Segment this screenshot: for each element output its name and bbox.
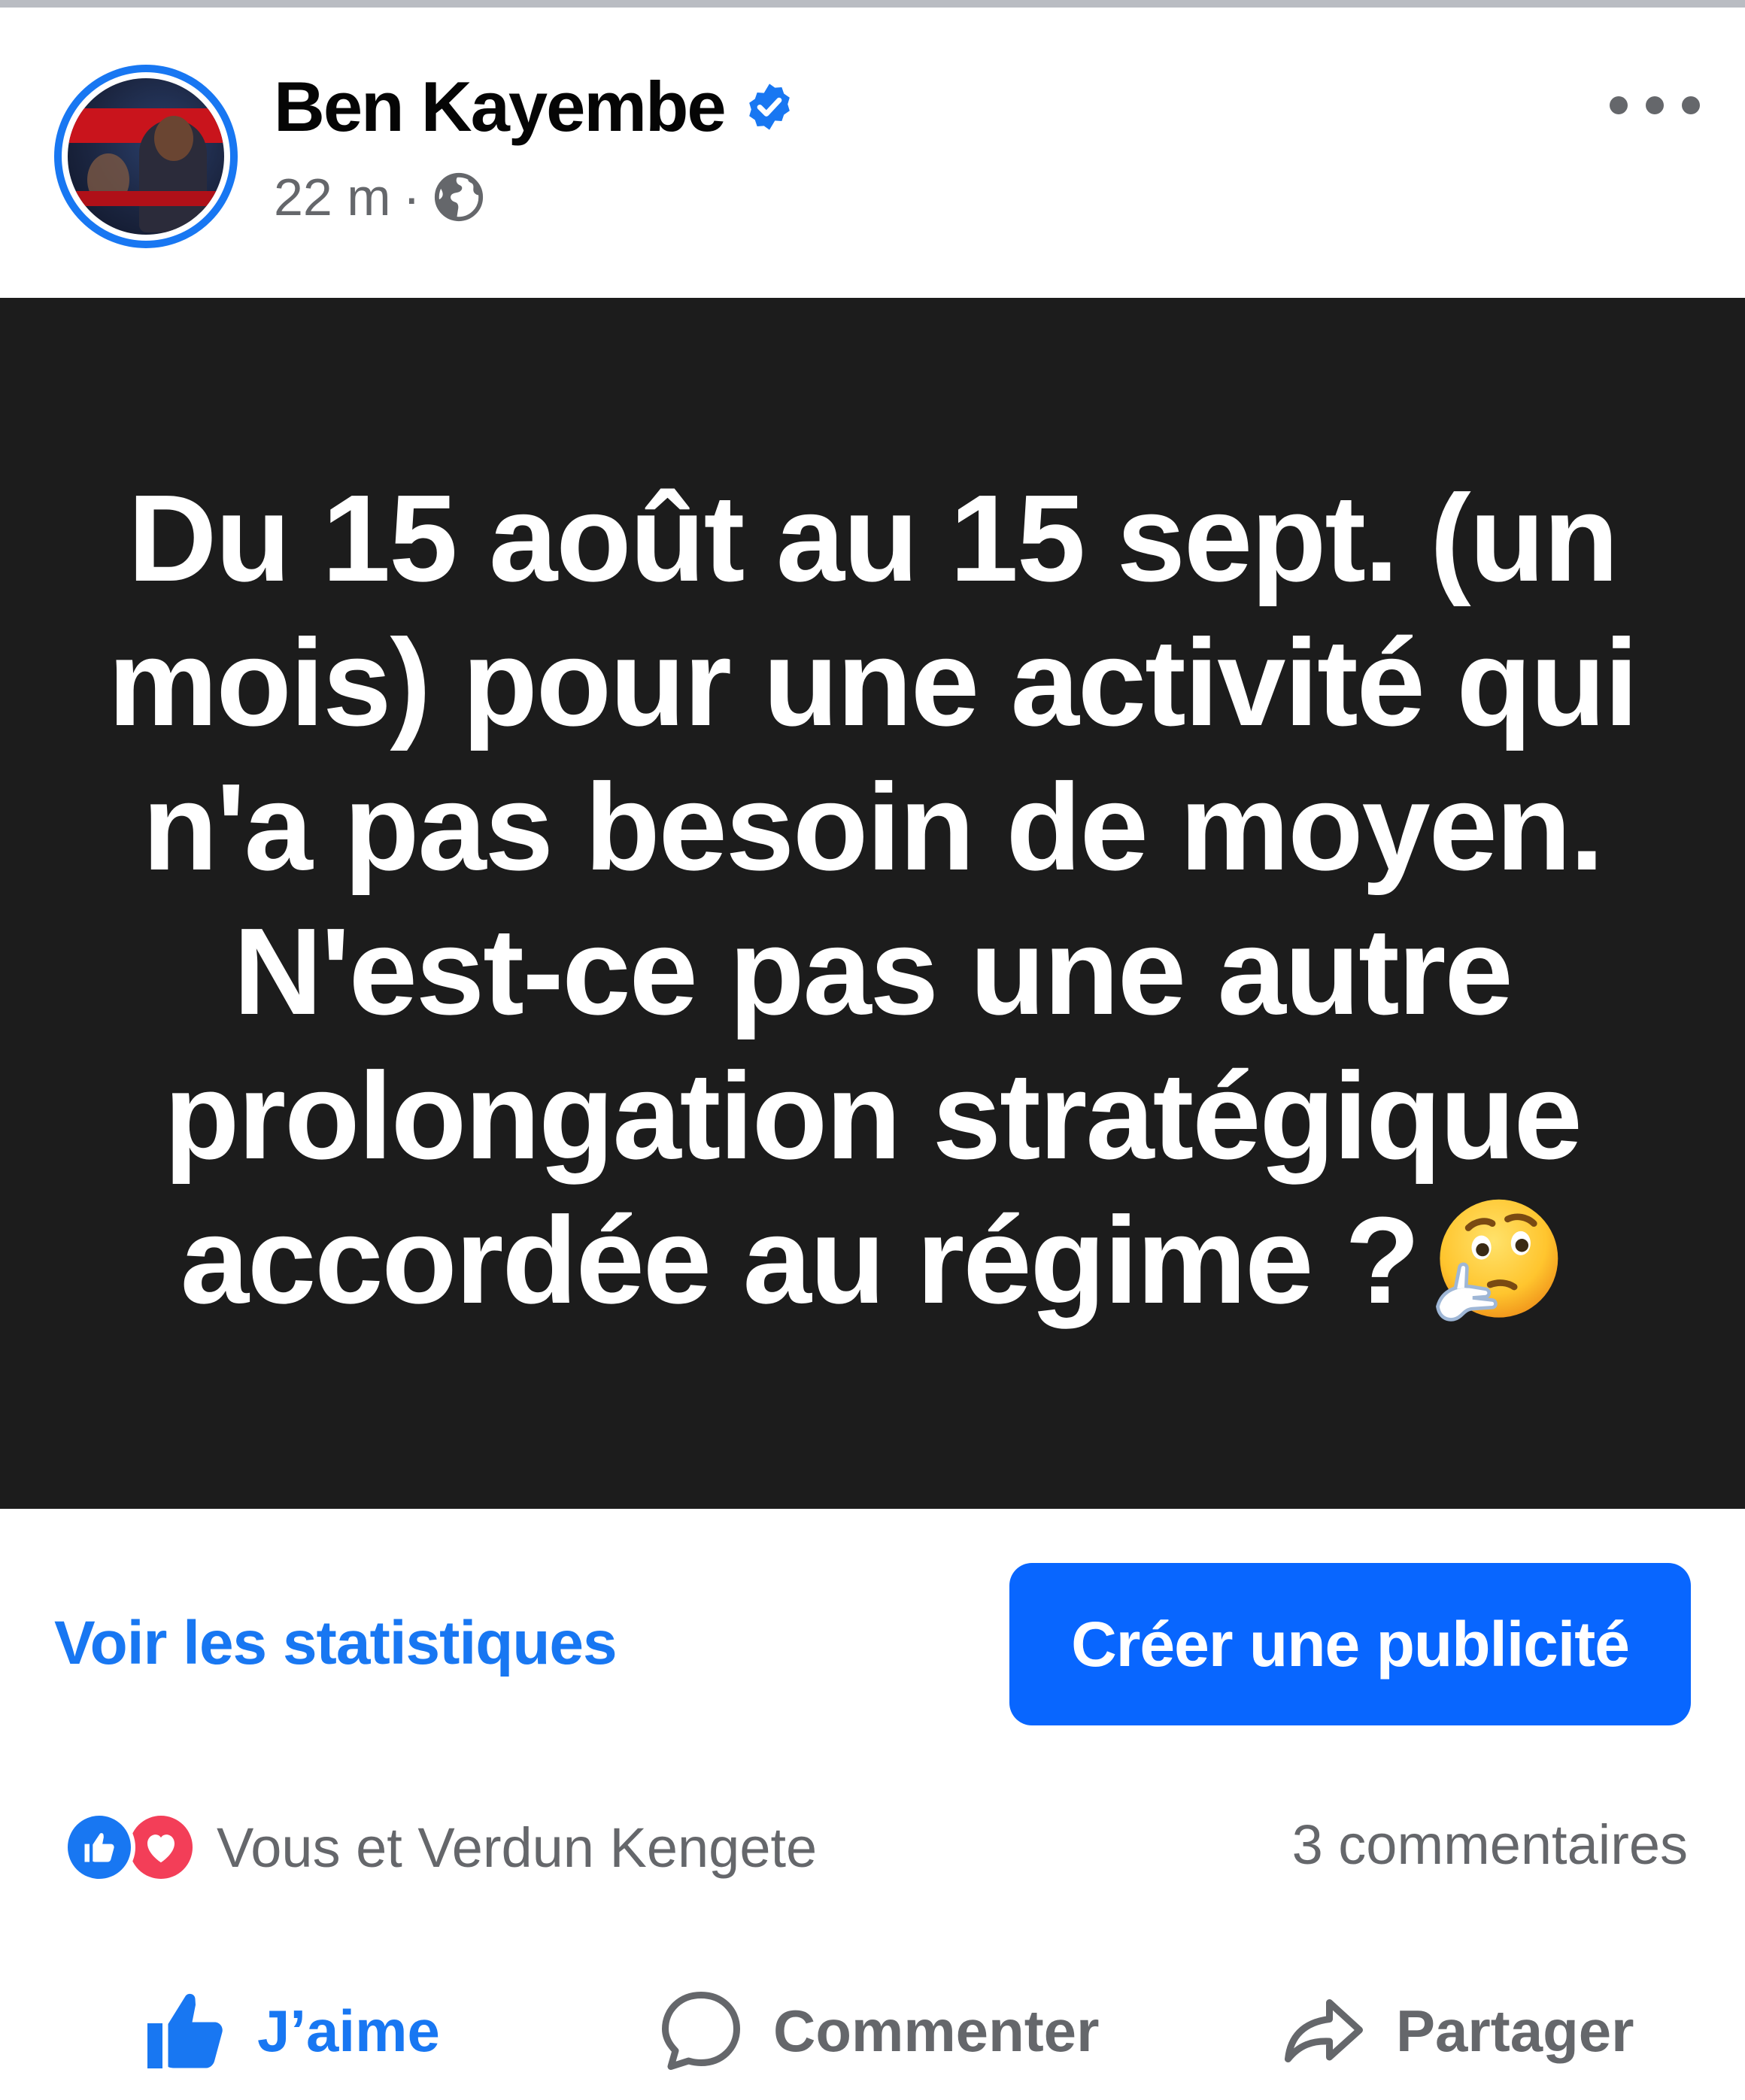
verified-badge-icon xyxy=(748,83,790,130)
action-bar: J’aime Commenter Partager xyxy=(0,1971,1745,2091)
comment-button[interactable]: Commenter xyxy=(656,1971,1099,2091)
post-line: accordée au régime ? xyxy=(180,1191,1420,1329)
post-line: mois) pour une activité qui xyxy=(108,614,1639,751)
reactions-summary[interactable]: Vous et Verdun Kengete xyxy=(63,1810,817,1885)
author-name[interactable]: Ben Kayembe xyxy=(274,66,727,147)
post-body: Du 15 août au 15 sept. (un mois) pour un… xyxy=(83,466,1662,1333)
share-label: Partager xyxy=(1396,1997,1634,2064)
post-line: n'a pas besoin de moyen. xyxy=(142,758,1604,896)
post-line: prolongation stratégique xyxy=(164,1047,1583,1185)
love-reaction-icon xyxy=(125,1811,197,1883)
share-arrow-icon xyxy=(1285,1999,1363,2062)
post-line-last: accordée au régime ? xyxy=(83,1188,1662,1333)
share-button[interactable]: Partager xyxy=(1279,1971,1634,2091)
more-options-icon[interactable] xyxy=(1610,83,1700,128)
meta-separator: · xyxy=(402,168,420,226)
like-button[interactable]: J’aime xyxy=(140,1971,440,2091)
globe-icon xyxy=(434,172,484,222)
more-dot xyxy=(1646,96,1664,114)
post-meta: 22 m · xyxy=(274,167,485,227)
avatar-photo xyxy=(68,78,224,235)
post-line: N'est-ce pas une autre xyxy=(233,903,1513,1040)
post-header: Ben Kayembe 22 m · xyxy=(0,8,1745,298)
thumbs-up-icon xyxy=(147,1993,223,2068)
like-label: J’aime xyxy=(257,1997,440,2064)
comment-label: Commenter xyxy=(773,1997,1100,2064)
more-dot xyxy=(1682,96,1700,114)
like-reaction-icon xyxy=(63,1811,135,1883)
comments-count[interactable]: 3 commentaires xyxy=(1292,1813,1688,1877)
create-ad-button[interactable]: Créer une publicité xyxy=(1009,1563,1691,1725)
post-line: Du 15 août au 15 sept. (un xyxy=(127,469,1619,607)
post-text-card[interactable]: Du 15 août au 15 sept. (un mois) pour un… xyxy=(0,298,1745,1509)
post-time[interactable]: 22 m xyxy=(274,167,391,227)
thinking-face-emoji xyxy=(1436,1199,1558,1322)
avatar[interactable] xyxy=(54,65,238,248)
status-bar-divider xyxy=(0,0,1745,8)
view-statistics-link[interactable]: Voir les statistiques xyxy=(54,1608,618,1679)
more-dot xyxy=(1610,96,1628,114)
comment-bubble-icon xyxy=(662,1992,740,2070)
reactors-text: Vous et Verdun Kengete xyxy=(217,1816,818,1879)
author-name-row: Ben Kayembe xyxy=(274,66,796,147)
